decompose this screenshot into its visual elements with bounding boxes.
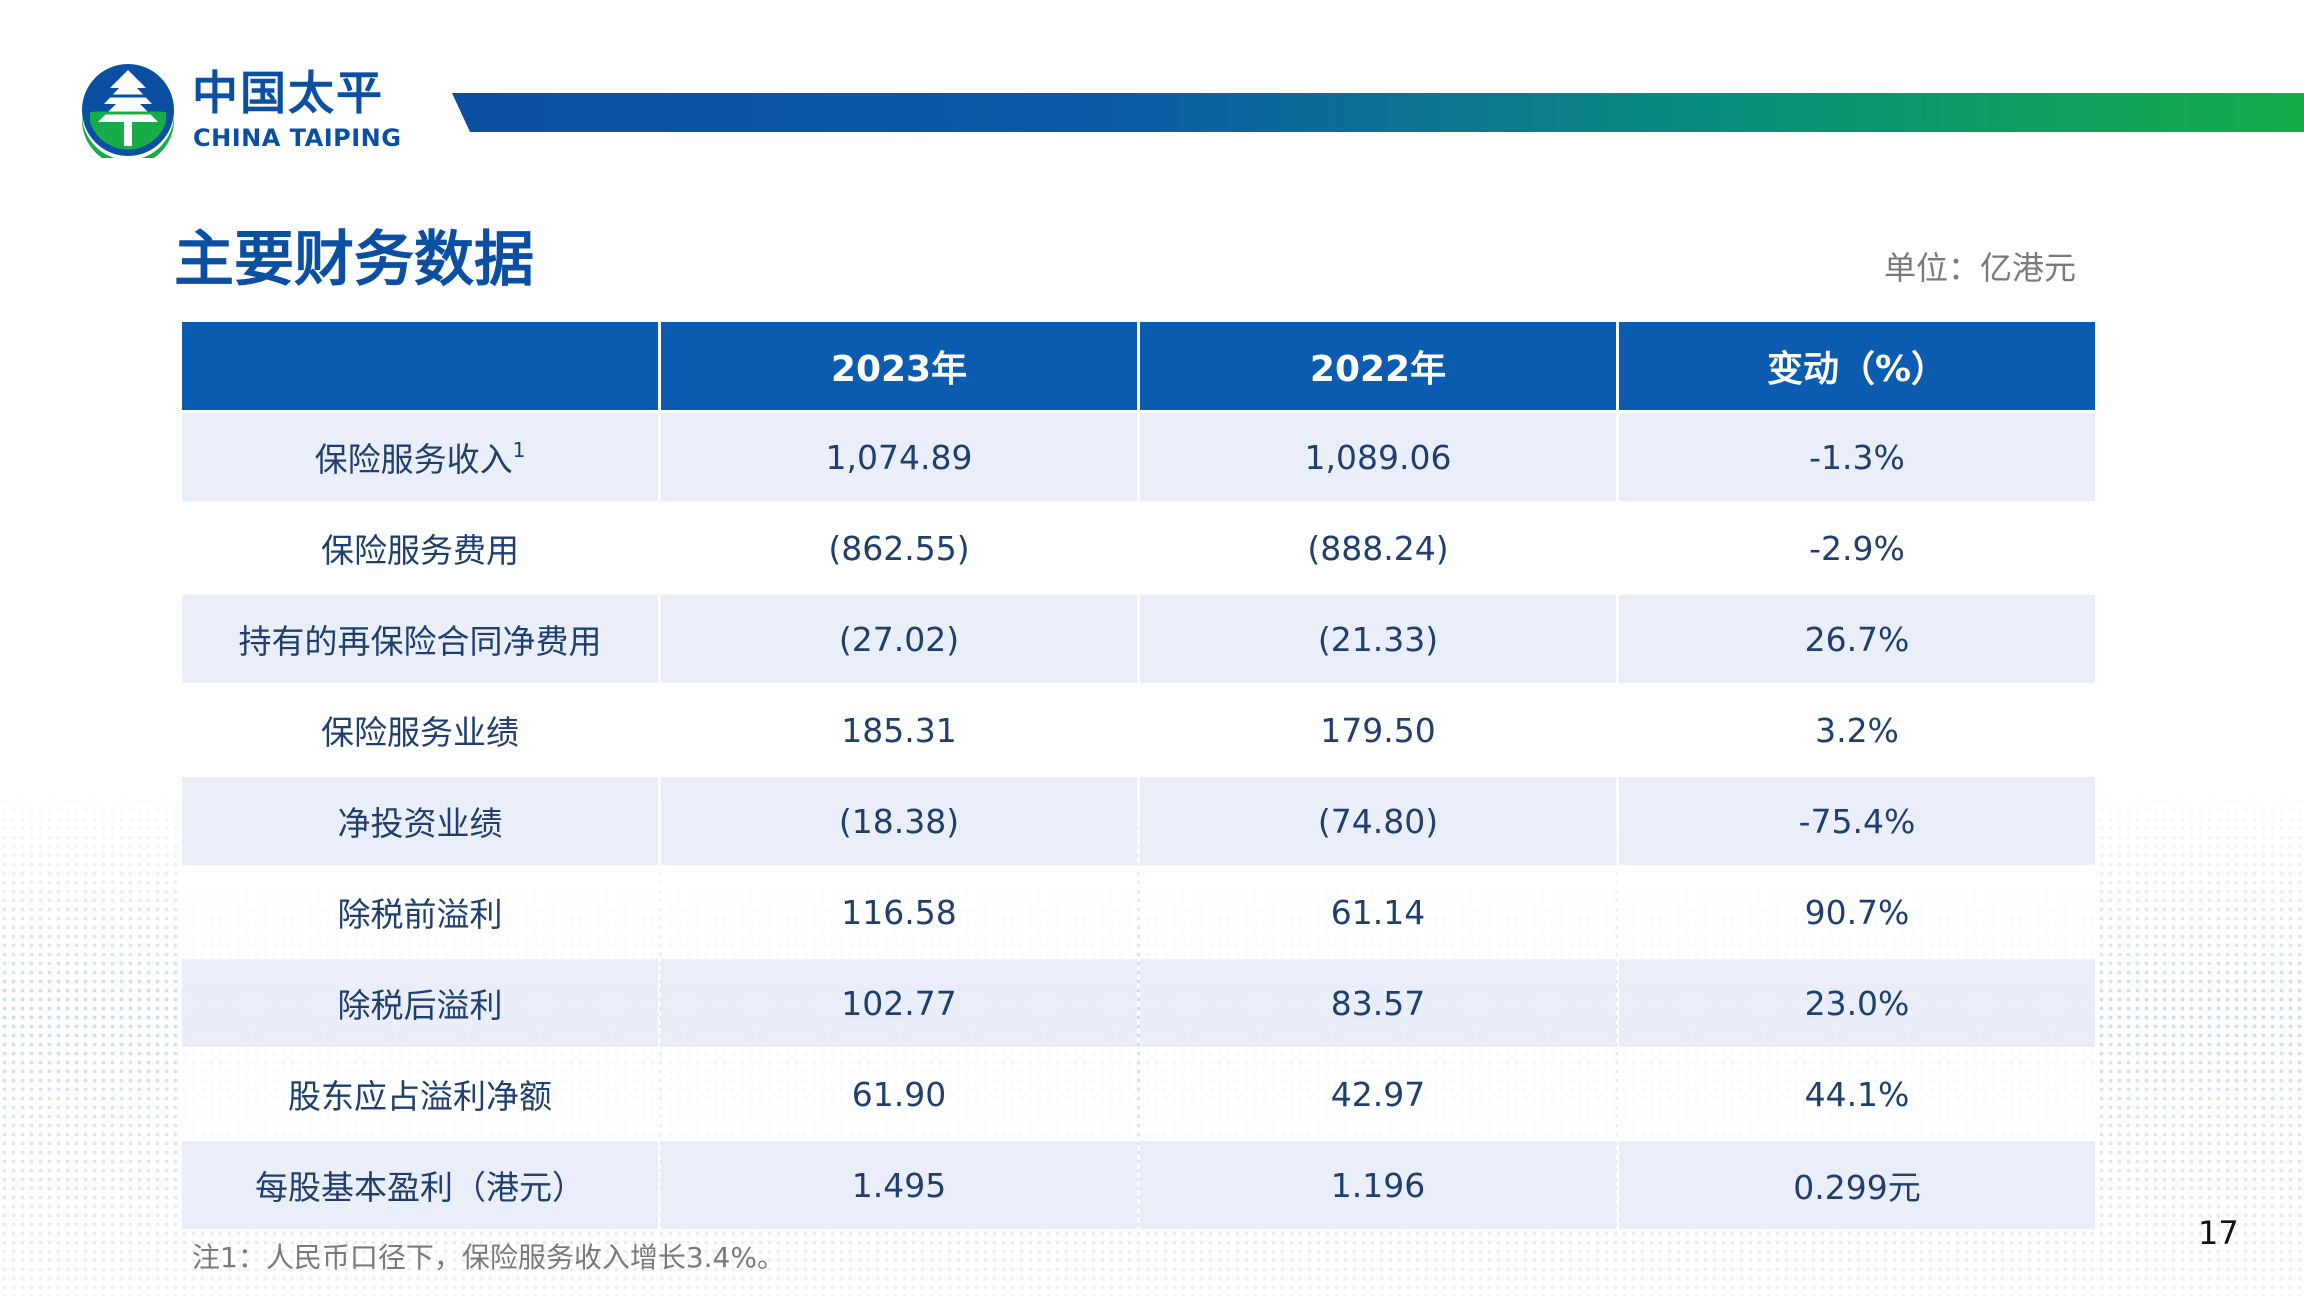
header-change: 变动（%） [1619, 322, 2095, 410]
table-row: 保险服务业绩 185.31 179.50 3.2% [182, 683, 2095, 774]
page-number: 17 [2198, 1214, 2239, 1252]
value-2023: (18.38) [661, 774, 1137, 865]
row-label: 股东应占溢利净额 [182, 1047, 658, 1138]
financial-data-table: 2023年 2022年 变动（%） 保险服务收入1 1,074.89 1,089… [179, 322, 2098, 1229]
value-2022: 83.57 [1140, 956, 1616, 1047]
page-title: 主要财务数据 [174, 225, 534, 295]
row-label: 保险服务费用 [182, 501, 658, 592]
table-row: 除税前溢利 116.58 61.14 90.7% [182, 865, 2095, 956]
value-change: 3.2% [1619, 683, 2095, 774]
footnote-text: 注1：人民币口径下，保险服务收入增长3.4%。 [192, 1241, 785, 1274]
value-change: 44.1% [1619, 1047, 2095, 1138]
value-2022: 1,089.06 [1140, 410, 1616, 501]
value-2022: (888.24) [1140, 501, 1616, 592]
value-change: 90.7% [1619, 865, 2095, 956]
table-row: 保险服务费用 (862.55) (888.24) -2.9% [182, 501, 2095, 592]
value-2022: 179.50 [1140, 683, 1616, 774]
table-header-row: 2023年 2022年 变动（%） [182, 322, 2095, 410]
footnote-marker: 1 [512, 438, 526, 462]
table-row: 每股基本盈利（港元） 1.495 1.196 0.299元 [182, 1138, 2095, 1229]
row-label: 持有的再保险合同净费用 [182, 592, 658, 683]
value-2022: 1.196 [1140, 1138, 1616, 1229]
value-2023: (27.02) [661, 592, 1137, 683]
value-change: 23.0% [1619, 956, 2095, 1047]
row-label: 保险服务业绩 [182, 683, 658, 774]
value-change: -75.4% [1619, 774, 2095, 865]
table-row: 股东应占溢利净额 61.90 42.97 44.1% [182, 1047, 2095, 1138]
china-taiping-logo-icon [82, 64, 174, 158]
value-2023: 1,074.89 [661, 410, 1137, 501]
table-row: 除税后溢利 102.77 83.57 23.0% [182, 956, 2095, 1047]
row-label: 每股基本盈利（港元） [182, 1138, 658, 1229]
value-change: -1.3% [1619, 410, 2095, 501]
value-2022: (74.80) [1140, 774, 1616, 865]
header-gradient-bar [452, 93, 2304, 132]
value-2022: 61.14 [1140, 865, 1616, 956]
value-2023: 1.495 [661, 1138, 1137, 1229]
value-2023: 116.58 [661, 865, 1137, 956]
value-2022: (21.33) [1140, 592, 1616, 683]
value-2023: (862.55) [661, 501, 1137, 592]
value-2022: 42.97 [1140, 1047, 1616, 1138]
row-label: 除税前溢利 [182, 865, 658, 956]
table-row: 保险服务收入1 1,074.89 1,089.06 -1.3% [182, 410, 2095, 501]
row-label-text: 保险服务收入 [314, 440, 513, 479]
value-2023: 102.77 [661, 956, 1137, 1047]
table-row: 持有的再保险合同净费用 (27.02) (21.33) 26.7% [182, 592, 2095, 683]
table-row: 净投资业绩 (18.38) (74.80) -75.4% [182, 774, 2095, 865]
unit-label: 单位：亿港元 [1884, 249, 2077, 287]
value-2023: 185.31 [661, 683, 1137, 774]
brand-name-cn: 中国太平 [192, 66, 384, 120]
row-label: 保险服务收入1 [182, 410, 658, 501]
header-2023: 2023年 [661, 322, 1137, 410]
row-label: 除税后溢利 [182, 956, 658, 1047]
value-change: 26.7% [1619, 592, 2095, 683]
value-change: 0.299元 [1619, 1138, 2095, 1229]
brand-name-en: CHINA TAIPING [193, 124, 402, 152]
value-change: -2.9% [1619, 501, 2095, 592]
value-2023: 61.90 [661, 1047, 1137, 1138]
row-label: 净投资业绩 [182, 774, 658, 865]
header-blank [182, 322, 658, 410]
header-2022: 2022年 [1140, 322, 1616, 410]
